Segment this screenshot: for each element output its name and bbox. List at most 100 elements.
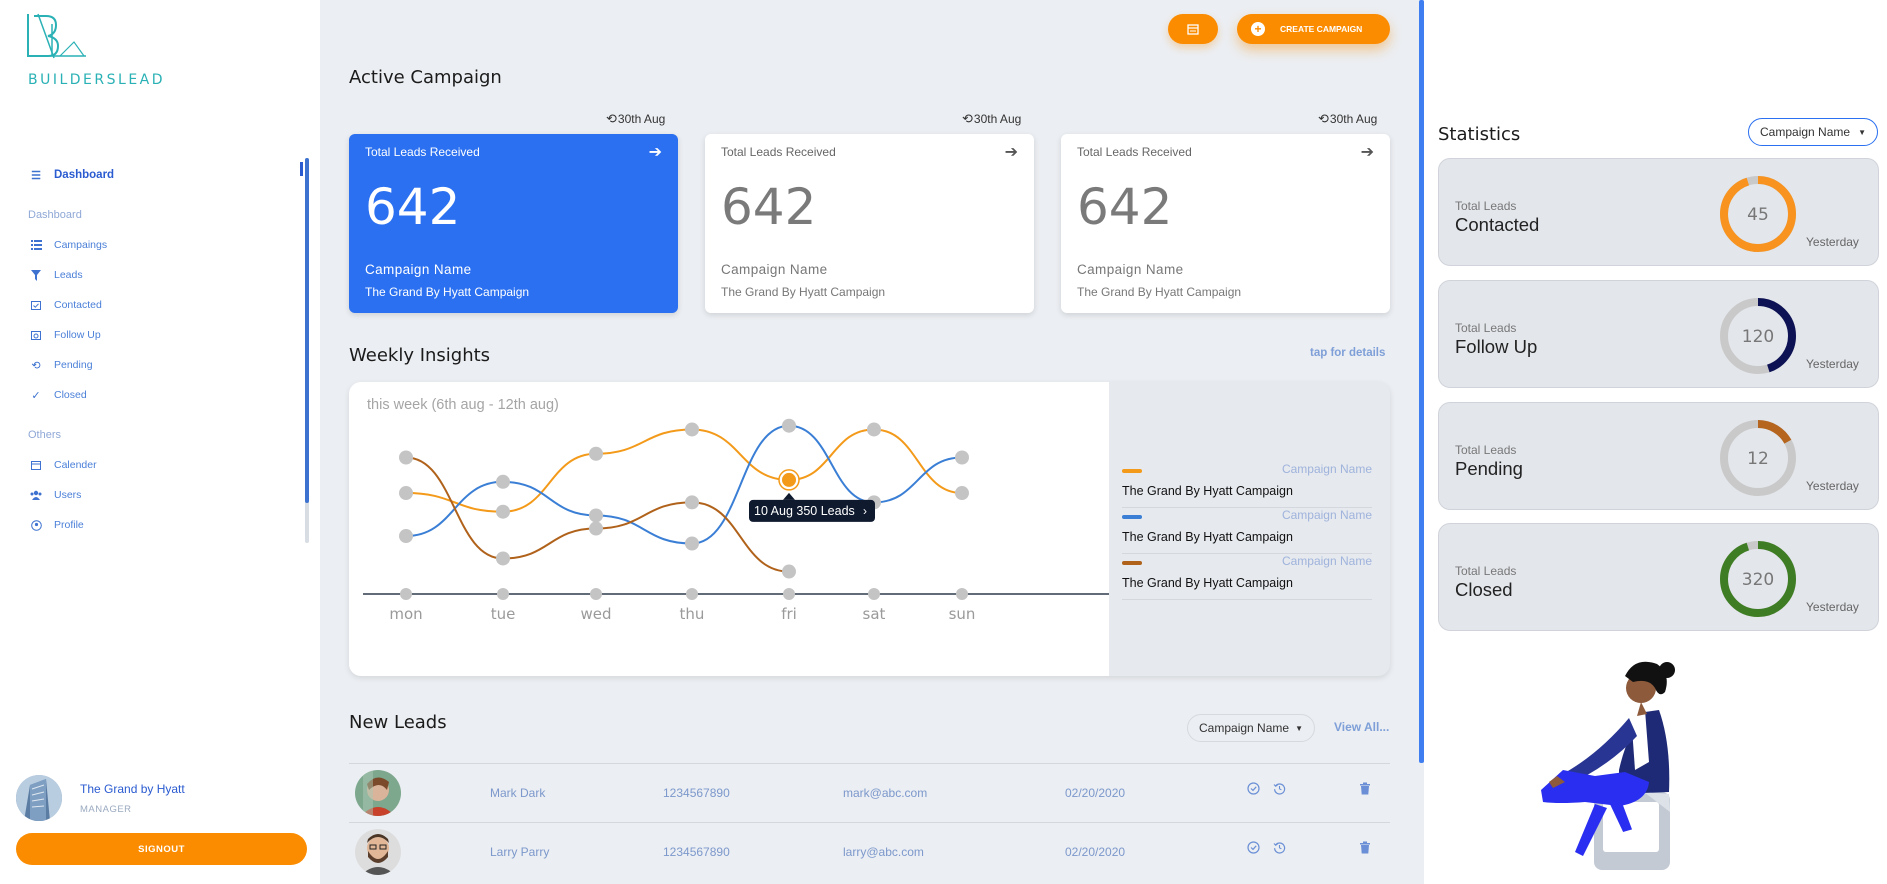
weekly-line-chart: mon tue wed thu fri sat sun 10 Aug 350 Leads › [363, 418, 1109, 623]
arrow-right-icon[interactable]: ➔ [1361, 142, 1374, 162]
legend-swatch [1122, 469, 1142, 473]
plus-icon: + [1251, 22, 1265, 36]
sidebar-item-contacted[interactable]: Contacted [28, 290, 308, 320]
avatar [355, 770, 401, 816]
trash-icon[interactable] [1359, 841, 1371, 857]
weekly-insights-panel: this week (6th aug - 12th aug) mon tue wed… [349, 382, 1390, 676]
card-title: Total Leads Received [365, 145, 480, 159]
campaign-card[interactable]: Total Leads Received ➔ 642 Campaign Name… [1061, 134, 1390, 313]
statistics-campaign-filter[interactable]: Campaign Name ▼ [1748, 118, 1878, 146]
legend-name: Campaign Name [1281, 554, 1372, 568]
card-campaign-name: The Grand By Hyatt Campaign [365, 285, 530, 299]
arrow-right-icon[interactable]: ➔ [649, 142, 662, 162]
campaign-card[interactable]: Total Leads Received ➔ 642 Campaign Name… [349, 134, 678, 313]
data-point [496, 474, 510, 489]
x-tick-label: tue [491, 605, 516, 623]
history-icon[interactable] [1273, 841, 1286, 857]
campaign-card[interactable]: Total Leads Received ➔ 642 Campaign Name… [705, 134, 1034, 313]
sidebar-item-users[interactable]: Users [28, 480, 308, 510]
weekly-insights-title: Weekly Insights [349, 345, 491, 366]
lead-date: 02/20/2020 [1065, 845, 1126, 859]
avatar [355, 829, 401, 875]
sidebar-item-pending[interactable]: ⟲ Pending [28, 350, 308, 380]
leads-campaign-filter[interactable]: Campaign Name ▼ [1187, 714, 1315, 742]
sidebar-item-follow-up[interactable]: Follow Up [28, 320, 308, 350]
progress-ring: 120 [1720, 298, 1796, 374]
trash-icon[interactable] [1359, 782, 1371, 798]
legend-item: Campaign Name The Grand By Hyatt Campaig… [1122, 508, 1372, 554]
card-count: 642 [1077, 178, 1173, 236]
lead-name[interactable]: Larry Parry [490, 845, 549, 859]
history-icon[interactable] [1273, 782, 1286, 798]
series-line [405, 424, 963, 545]
scrollbar-thumb[interactable] [305, 158, 309, 503]
user-profile[interactable]: The Grand by Hyatt MANAGER [16, 775, 185, 821]
lead-email[interactable]: larry@abc.com [843, 845, 924, 859]
progress-ring: 320 [1720, 541, 1796, 617]
card-date: ⟲ 30th Aug [962, 111, 1022, 126]
lead-name[interactable]: Mark Dark [490, 786, 545, 800]
person-sitting-illustration [1541, 661, 1675, 870]
stat-small-label: Total Leads [1455, 199, 1517, 213]
table-row[interactable]: Mark Dark 1234567890 mark@abc.com 02/20/… [349, 763, 1390, 822]
sidebar-item-label: Pending [54, 359, 93, 371]
stat-card-contacted[interactable]: Total Leads Contacted 45 Yesterday [1438, 158, 1879, 266]
sidebar-item-dashboard[interactable]: ☰ Dashboard [28, 160, 308, 190]
baseline-point [783, 588, 795, 600]
card-date: ⟲ 30th Aug [606, 111, 666, 126]
view-all-link[interactable]: View All... [1334, 720, 1389, 734]
legend-item: Campaign Name The Grand By Hyatt Campaig… [1122, 462, 1372, 508]
baseline-point [868, 588, 880, 600]
sidebar-item-calender[interactable]: Calender [28, 450, 308, 480]
calendar-button[interactable] [1168, 14, 1218, 44]
sidebar-item-profile[interactable]: Profile [28, 510, 308, 540]
legend-swatch [1122, 515, 1142, 519]
sidebar-item-label: Leads [54, 269, 83, 281]
check-circle-icon[interactable] [1247, 782, 1260, 798]
lead-email[interactable]: mark@abc.com [843, 786, 927, 800]
table-row[interactable]: Larry Parry 1234567890 larry@abc.com 02/… [349, 822, 1390, 881]
logo-mark-icon [27, 13, 86, 59]
data-point [589, 508, 603, 523]
create-campaign-button[interactable]: + CREATE CAMPAIGN [1237, 14, 1390, 44]
chart-area: this week (6th aug - 12th aug) mon tue wed… [349, 382, 1109, 676]
signout-button[interactable]: SIGNOUT [16, 833, 307, 865]
chevron-right-icon: › [863, 504, 867, 518]
stat-when: Yesterday [1806, 235, 1859, 249]
stat-big-label: Follow Up [1455, 336, 1538, 357]
baseline-point [956, 588, 968, 600]
baseline-point [686, 588, 698, 600]
stat-when: Yesterday [1806, 600, 1859, 614]
arrow-right-icon[interactable]: ➔ [1005, 142, 1018, 162]
stat-big-label: Pending [1455, 458, 1523, 479]
profile-icon [28, 519, 44, 531]
stat-big-label: Closed [1455, 579, 1513, 600]
sidebar-section-others: Others [28, 429, 62, 441]
stat-card-pending[interactable]: Total Leads Pending 12 Yesterday [1438, 402, 1879, 510]
history-icon: ⟲ [1318, 111, 1329, 126]
stat-card-closed[interactable]: Total Leads Closed 320 Yesterday [1438, 523, 1879, 631]
stat-small-label: Total Leads [1455, 564, 1517, 578]
brand-logo[interactable] [24, 12, 90, 65]
card-name-label: Campaign Name [1077, 262, 1184, 277]
tap-for-details-link[interactable]: tap for details [1310, 347, 1385, 359]
card-date: ⟲ 30th Aug [1318, 111, 1378, 126]
data-point [867, 422, 881, 437]
x-tick-label: wed [580, 605, 611, 623]
data-point [589, 446, 603, 461]
sidebar-item-label: Users [54, 489, 82, 501]
sidebar-item-closed[interactable]: ✓ Closed [28, 380, 308, 410]
sidebar-item-label: Calender [54, 459, 97, 471]
chart-legend: Campaign Name The Grand By Hyatt Campaig… [1122, 462, 1372, 600]
legend-sub: The Grand By Hyatt Campaign [1122, 484, 1293, 498]
brand-name: BUILDERSLEAD [28, 72, 166, 88]
history-icon: ⟲ [606, 111, 617, 126]
sidebar-scrollbar[interactable] [305, 158, 309, 543]
sidebar-item-campaings[interactable]: Campaings [28, 230, 308, 260]
legend-sub: The Grand By Hyatt Campaign [1122, 530, 1293, 544]
card-name-label: Campaign Name [721, 262, 828, 277]
sidebar-item-leads[interactable]: Leads [28, 260, 308, 290]
sidebar: BUILDERSLEAD ☰ Dashboard Dashboard Campa… [0, 0, 320, 884]
stat-card-follow-up[interactable]: Total Leads Follow Up 120 Yesterday [1438, 280, 1879, 388]
check-circle-icon[interactable] [1247, 841, 1260, 857]
